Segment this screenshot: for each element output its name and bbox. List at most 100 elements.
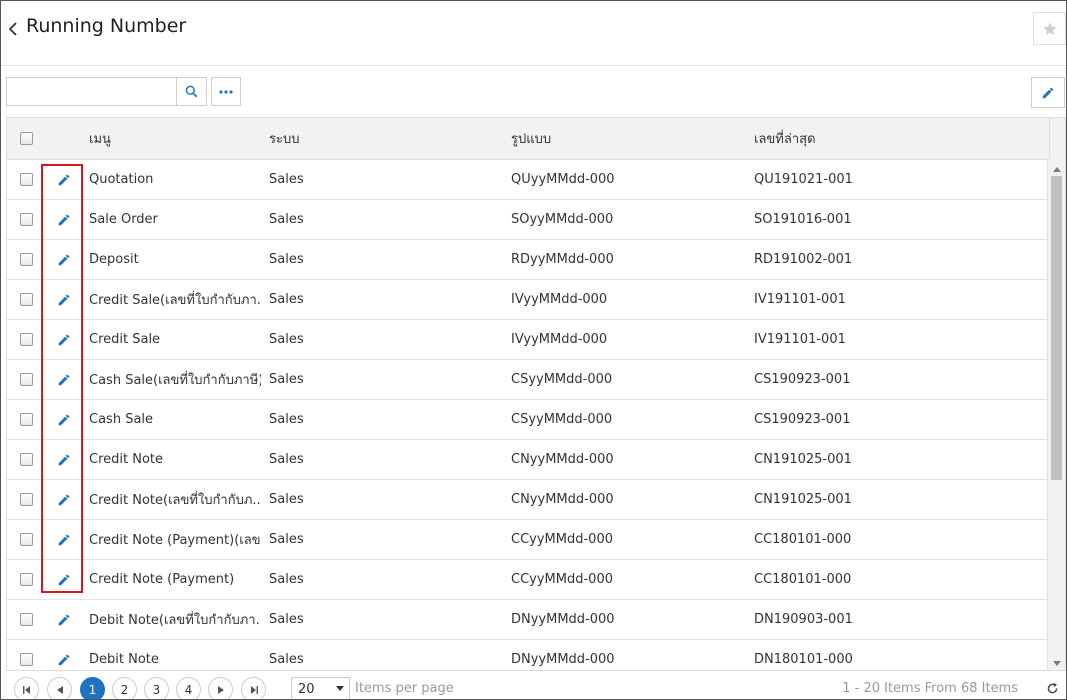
table-row[interactable]: Credit Note (Payment)(เลข... Sales CCyyMMd…: [7, 520, 1049, 560]
header-scroll-spacer: [1049, 118, 1065, 160]
row-edit-button[interactable]: [57, 333, 71, 347]
vertical-scrollbar[interactable]: [1047, 160, 1065, 670]
star-icon: [1042, 21, 1057, 35]
search-button[interactable]: [176, 77, 207, 106]
row-edit-button[interactable]: [57, 213, 71, 227]
table-row[interactable]: Deposit Sales RDyyMMdd-000 RD191002-001: [7, 240, 1049, 280]
row-edit-button[interactable]: [57, 653, 71, 667]
table-row[interactable]: Credit Note Sales CNyyMMdd-000 CN191025-001: [7, 440, 1049, 480]
row-checkbox[interactable]: [19, 613, 33, 626]
pencil-icon: [58, 174, 70, 185]
column-header-last-number[interactable]: เลขที่ล่าสุด: [754, 118, 1014, 159]
row-edit-button[interactable]: [57, 293, 71, 307]
last-page-button[interactable]: [241, 677, 266, 699]
pencil-icon: [58, 374, 70, 385]
row-edit-button[interactable]: [57, 493, 71, 507]
page-size-select[interactable]: 20: [291, 677, 350, 699]
pencil-icon: [58, 454, 70, 465]
table-row[interactable]: Credit Note(เลขที่ใบกำกับภ... Sales CNyyMM…: [7, 480, 1049, 520]
caret-down-icon: [336, 686, 344, 691]
cell-system: Sales: [269, 572, 304, 587]
next-page-button[interactable]: [208, 677, 233, 699]
scroll-up-button[interactable]: [1048, 162, 1065, 176]
pencil-icon: [1042, 87, 1054, 98]
page-button[interactable]: 3: [144, 677, 169, 699]
search-input[interactable]: [6, 77, 177, 106]
scroll-thumb[interactable]: [1051, 176, 1062, 480]
cell-menu: Credit Sale: [89, 332, 161, 347]
row-edit-button[interactable]: [57, 453, 71, 467]
row-edit-button[interactable]: [57, 533, 71, 547]
cell-last-number: DN190903-001: [754, 612, 853, 627]
row-checkbox[interactable]: [19, 453, 33, 466]
row-edit-button[interactable]: [57, 253, 71, 267]
column-header-menu[interactable]: เมนู: [89, 118, 261, 159]
row-edit-cell: [45, 640, 83, 670]
select-all-checkbox[interactable]: [19, 132, 33, 145]
back-button[interactable]: [5, 17, 21, 41]
edit-button[interactable]: [1031, 77, 1065, 108]
row-edit-button[interactable]: [57, 573, 71, 587]
page-button[interactable]: 2: [112, 677, 137, 699]
pencil-icon: [58, 254, 70, 265]
row-checkbox[interactable]: [19, 333, 33, 346]
cell-menu: Deposit: [89, 252, 139, 267]
cell-format: RDyyMMdd-000: [511, 252, 614, 267]
row-select-cell: [7, 280, 45, 319]
page-size-value: 20: [298, 681, 315, 697]
row-checkbox[interactable]: [19, 253, 33, 266]
cell-menu: Credit Note (Payment)(เลข...: [89, 533, 261, 548]
page-button[interactable]: 1: [80, 677, 105, 699]
row-checkbox[interactable]: [19, 173, 33, 186]
favorite-button[interactable]: [1033, 12, 1066, 45]
items-per-page-label: Items per page: [355, 681, 454, 696]
column-header-format[interactable]: รูปแบบ: [511, 118, 731, 159]
column-header-system[interactable]: ระบบ: [269, 118, 449, 159]
row-edit-button[interactable]: [57, 173, 71, 187]
table-row[interactable]: Sale Order Sales SOyyMMdd-000 SO191016-001: [7, 200, 1049, 240]
row-checkbox[interactable]: [19, 413, 33, 426]
table-row[interactable]: Cash Sale(เลขที่ใบกำกับภาษี) Sales CSyyMMd…: [7, 360, 1049, 400]
row-checkbox[interactable]: [19, 573, 33, 586]
more-options-button[interactable]: [211, 77, 241, 106]
row-checkbox[interactable]: [19, 213, 33, 226]
table-row[interactable]: Quotation Sales QUyyMMdd-000 QU191021-001: [7, 160, 1049, 200]
row-checkbox[interactable]: [19, 293, 33, 306]
first-page-button[interactable]: [14, 677, 39, 699]
caret-up-icon: [1052, 166, 1061, 172]
cell-format: DNyyMMdd-000: [511, 612, 615, 627]
caret-left-icon: [56, 685, 63, 694]
cell-menu: Credit Note (Payment): [89, 572, 235, 587]
cell-last-number: CC180101-000: [754, 532, 852, 547]
cell-system: Sales: [269, 252, 304, 267]
cell-system: Sales: [269, 172, 304, 187]
row-checkbox[interactable]: [19, 373, 33, 386]
app-window: Running Number เมนู ระบบ รูปแบบ เลขที่ล่…: [0, 0, 1067, 700]
row-edit-button[interactable]: [57, 613, 71, 627]
scroll-down-button[interactable]: [1048, 656, 1065, 670]
table-row[interactable]: Credit Sale(เลขที่ใบกำกับภา... Sales IVyyM…: [7, 280, 1049, 320]
pager-info: 1 - 20 Items From 68 Items: [842, 681, 1018, 696]
cell-format: CNyyMMdd-000: [511, 492, 614, 507]
pencil-icon: [58, 214, 70, 225]
refresh-button[interactable]: [1044, 680, 1060, 696]
row-edit-button[interactable]: [57, 413, 71, 427]
search-icon: [185, 85, 198, 98]
table-row[interactable]: Debit Note Sales DNyyMMdd-000 DN180101-000: [7, 640, 1049, 670]
pencil-icon: [58, 654, 70, 665]
row-edit-cell: [45, 560, 83, 599]
table-row[interactable]: Credit Note (Payment) Sales CCyyMMdd-000 CC…: [7, 560, 1049, 600]
cell-last-number: DN180101-000: [754, 652, 853, 667]
page-button[interactable]: 4: [176, 677, 201, 699]
row-checkbox[interactable]: [19, 653, 33, 666]
row-edit-button[interactable]: [57, 373, 71, 387]
prev-page-button[interactable]: [47, 677, 72, 699]
chevron-left-icon: [8, 22, 17, 36]
pencil-icon: [58, 534, 70, 545]
table-row[interactable]: Credit Sale Sales IVyyMMdd-000 IV191101-001: [7, 320, 1049, 360]
table-row[interactable]: Debit Note(เลขที่ใบกำกับภา... Sales DNyyMM…: [7, 600, 1049, 640]
row-checkbox[interactable]: [19, 533, 33, 546]
table-row[interactable]: Cash Sale Sales CSyyMMdd-000 CS190923-001: [7, 400, 1049, 440]
row-checkbox[interactable]: [19, 493, 33, 506]
row-edit-cell: [45, 320, 83, 359]
